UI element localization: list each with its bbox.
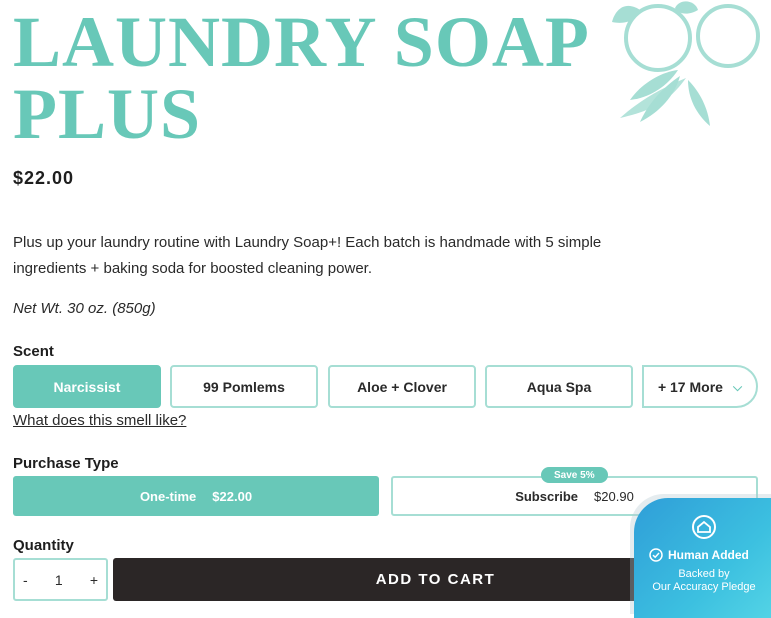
quantity-increase-button[interactable]: +	[90, 572, 98, 588]
check-circle-icon	[649, 548, 663, 562]
scent-option-aloe-clover[interactable]: Aloe + Clover	[328, 365, 476, 408]
quantity-value[interactable]: 1	[55, 572, 63, 588]
accuracy-pledge-badge[interactable]: Human Added Backed by Our Accuracy Pledg…	[634, 498, 771, 618]
badge-title: Human Added	[649, 548, 749, 562]
net-weight: Net Wt. 30 oz. (850g)	[13, 300, 156, 317]
subscribe-price: $20.90	[594, 488, 634, 504]
product-title-line2: PLUS	[13, 74, 202, 154]
product-price: $22.00	[13, 168, 75, 188]
scent-more-button[interactable]: + 17 More ⌵	[642, 365, 758, 408]
subscribe-label: Subscribe	[515, 488, 579, 504]
chevron-down-icon: ⌵	[732, 380, 743, 394]
scent-label: Scent	[13, 343, 54, 360]
quantity-stepper: - 1 +	[13, 558, 108, 601]
smell-description-link[interactable]: What does this smell like?	[13, 412, 186, 429]
scent-option-aqua-spa[interactable]: Aqua Spa	[485, 365, 633, 408]
one-time-label: One-time	[139, 488, 197, 504]
scent-more-label: + 17 More	[657, 378, 723, 395]
scent-option-narcissist[interactable]: Narcissist	[13, 365, 161, 408]
purchase-type-label: Purchase Type	[13, 455, 119, 472]
badge-subtitle-line1: Backed by	[678, 568, 730, 580]
citrus-leaves-illustration	[612, 1, 760, 126]
save-badge: Save 5%	[541, 467, 608, 483]
product-title-line1: LAUNDRY SOAP	[13, 2, 590, 82]
badge-subtitle: Backed by Our Accuracy Pledge	[634, 568, 771, 594]
quantity-label: Quantity	[13, 537, 74, 554]
badge-title-text: Human Added	[668, 548, 749, 562]
product-title: LAUNDRY SOAP PLUS	[13, 6, 590, 150]
house-shield-icon	[692, 515, 716, 539]
quantity-decrease-button[interactable]: -	[23, 572, 28, 588]
scent-option-99-pomlems[interactable]: 99 Pomlems	[170, 365, 318, 408]
one-time-purchase-button[interactable]: One-time $22.00	[13, 476, 379, 516]
product-description: Plus up your laundry routine with Laundr…	[13, 234, 602, 277]
one-time-price: $22.00	[212, 488, 253, 504]
badge-subtitle-line2: Our Accuracy Pledge	[652, 581, 756, 593]
